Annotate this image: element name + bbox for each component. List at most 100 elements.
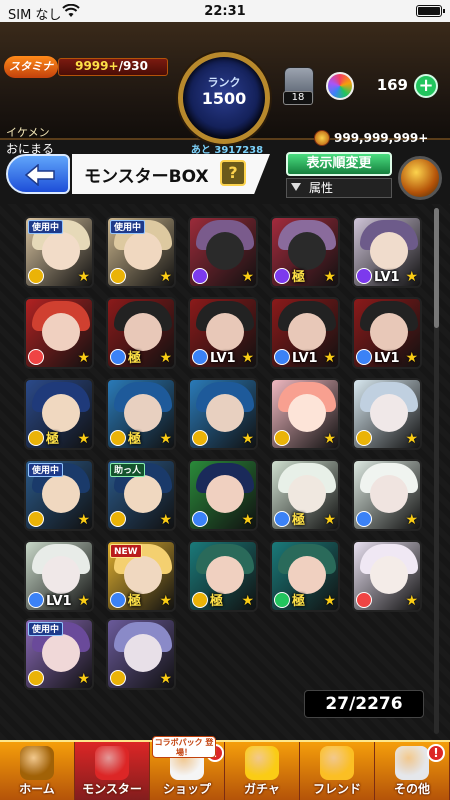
monster-card[interactable]: ★ 極 — [270, 216, 340, 288]
monster-card[interactable]: 使用中 ★ — [106, 216, 176, 288]
monster-face — [124, 475, 162, 513]
monster-card[interactable]: ★ 極 — [106, 297, 176, 369]
rank-value: 1500 — [201, 89, 247, 108]
help-button[interactable]: ? — [220, 160, 246, 186]
element-icon — [110, 670, 126, 686]
element-icon — [110, 430, 126, 446]
monster-card[interactable]: ★ — [106, 618, 176, 690]
monster-card[interactable]: 使用中 ★ — [24, 618, 94, 690]
nav-item[interactable]: フレンド — [300, 742, 375, 800]
monster-card[interactable]: ★ — [24, 297, 94, 369]
rank-badge[interactable]: ランク 1500 — [178, 52, 270, 144]
nav-icon — [95, 746, 129, 780]
battery-icon — [416, 5, 445, 17]
star-icon: ★ — [77, 593, 90, 609]
nav-label: ホーム — [19, 782, 55, 796]
kyoku-label: 極 — [128, 432, 142, 447]
element-icon — [274, 592, 290, 608]
star-icon: ★ — [405, 593, 418, 609]
monster-face — [288, 475, 326, 513]
element-icon — [274, 349, 290, 365]
orb-icon — [326, 72, 354, 100]
monster-face — [124, 232, 162, 270]
star-icon: ★ — [77, 269, 90, 285]
element-icon — [356, 592, 372, 608]
nav-item[interactable]: その他! — [375, 742, 450, 800]
monster-card[interactable]: ★ LV1 — [352, 216, 422, 288]
box-titlebar: モンスターBOX ? 表示順変更 属性 — [0, 148, 450, 204]
monster-face — [42, 313, 80, 351]
star-icon: ★ — [77, 671, 90, 687]
monster-card[interactable]: ★ LV1 — [270, 297, 340, 369]
level-label: LV1 — [374, 270, 400, 285]
add-orb-button[interactable]: + — [414, 74, 438, 98]
monster-card[interactable]: ★ — [188, 378, 258, 450]
filter-label: 属性 — [309, 181, 334, 195]
monster-card[interactable]: ★ 極 — [106, 378, 176, 450]
kyoku-label: 極 — [46, 432, 60, 447]
monster-tag: 使用中 — [28, 220, 64, 234]
element-icon — [274, 430, 290, 446]
monster-card[interactable]: ★ 極 — [24, 378, 94, 450]
monster-card[interactable]: ★ — [188, 216, 258, 288]
monster-card[interactable]: ★ — [352, 459, 422, 531]
element-icon — [28, 430, 44, 446]
element-icon — [110, 349, 126, 365]
monster-card[interactable]: ★ LV1 — [24, 540, 94, 612]
filter-selector[interactable]: 属性 — [286, 178, 392, 198]
nav-label: フレンド — [312, 782, 361, 796]
globe-button[interactable] — [398, 156, 442, 200]
star-icon: ★ — [405, 512, 418, 528]
monster-card[interactable]: ★ 極 — [188, 540, 258, 612]
clock: 22:31 — [204, 4, 246, 19]
element-icon — [28, 511, 44, 527]
kyoku-label: 極 — [292, 270, 306, 285]
monster-grid: 使用中 ★ 使用中 ★ ★ ★ 極 ★ LV1 ★ ★ 極 ★ LV1 ★ LV1 ★ LV1 ★ 極 ★ 極 ★ ★ ★ 使用中… — [0, 204, 450, 740]
box-count: 27/2276 — [304, 690, 424, 718]
monster-card[interactable]: ★ LV1 — [352, 297, 422, 369]
nav-icon — [395, 746, 429, 780]
monster-tag: 使用中 — [28, 463, 64, 477]
monster-face — [288, 232, 326, 270]
sort-order-button[interactable]: 表示順変更 — [286, 152, 392, 176]
element-icon — [356, 511, 372, 527]
scrollbar-thumb[interactable] — [434, 208, 439, 328]
nav-item[interactable]: ホーム — [0, 742, 75, 800]
star-icon: ★ — [159, 593, 172, 609]
monster-face — [288, 313, 326, 351]
back-button[interactable] — [6, 154, 70, 194]
star-icon: ★ — [159, 512, 172, 528]
monster-card[interactable]: ★ — [352, 540, 422, 612]
monster-card[interactable]: ★ LV1 — [188, 297, 258, 369]
kyoku-label: 極 — [128, 351, 142, 366]
monster-card[interactable]: ★ 極 — [270, 540, 340, 612]
star-icon: ★ — [241, 269, 254, 285]
nav-item[interactable]: ガチャ — [225, 742, 300, 800]
element-icon — [192, 592, 208, 608]
monster-card[interactable]: NEW ★ 極 — [106, 540, 176, 612]
monster-face — [206, 394, 244, 432]
monster-card[interactable]: ★ — [270, 378, 340, 450]
element-icon — [192, 268, 208, 284]
star-icon: ★ — [77, 350, 90, 366]
star-icon: ★ — [77, 431, 90, 447]
monster-face — [206, 313, 244, 351]
monster-card[interactable]: ★ — [188, 459, 258, 531]
stamina-max: /930 — [118, 59, 148, 73]
monster-card[interactable]: 助っ人 ★ — [106, 459, 176, 531]
star-icon: ★ — [323, 269, 336, 285]
star-icon: ★ — [405, 350, 418, 366]
monster-face — [124, 313, 162, 351]
monster-face — [370, 556, 408, 594]
gauge-value: 18 — [283, 91, 313, 105]
monster-card[interactable]: ★ — [352, 378, 422, 450]
monster-card[interactable]: 使用中 ★ — [24, 459, 94, 531]
monster-face — [370, 394, 408, 432]
monster-card[interactable]: ★ 極 — [270, 459, 340, 531]
kyoku-label: 極 — [210, 594, 224, 609]
coin-icon — [314, 130, 330, 146]
element-icon — [356, 268, 372, 284]
rank-label: ランク — [207, 76, 241, 89]
nav-item[interactable]: モンスター — [75, 742, 150, 800]
monster-card[interactable]: 使用中 ★ — [24, 216, 94, 288]
